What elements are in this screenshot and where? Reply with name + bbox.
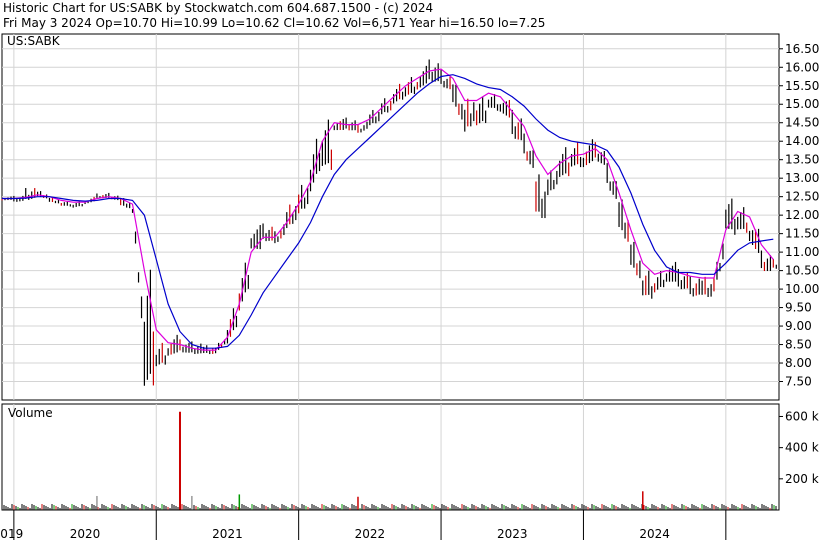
volume-panel: 600 k 400 k 200 k Volume — [1, 403, 819, 511]
volume-tick-label: 200 k — [785, 472, 819, 486]
price-tick-label: 11.00 — [785, 245, 819, 259]
price-plot-area — [1, 33, 780, 401]
volume-tick-label: 600 k — [785, 409, 819, 423]
price-tick-label: 13.00 — [785, 171, 819, 185]
price-tick-label: 10.00 — [785, 282, 819, 296]
x-tick-label: 2019 — [0, 527, 23, 541]
volume-tick-label: 400 k — [785, 441, 819, 455]
price-tick-label: 16.00 — [785, 60, 819, 74]
price-panel: 16.50 16.00 15.50 15.00 14.50 14.00 13.50 13.00… — [1, 33, 819, 401]
price-tick-label: 8.50 — [785, 338, 812, 352]
price-tick-label: 16.50 — [785, 42, 819, 56]
x-tick-label: 2023 — [497, 527, 528, 541]
price-tick-label: 12.50 — [785, 190, 819, 204]
price-tick-label: 9.00 — [785, 319, 812, 333]
x-axis: 2019 2020 2021 2022 2023 2024 — [0, 509, 779, 541]
volume-title: Volume — [8, 406, 53, 420]
x-tick-label: 2020 — [70, 527, 101, 541]
price-tick-label: 14.50 — [785, 116, 819, 130]
x-tick-label: 2022 — [355, 527, 386, 541]
price-tick-label: 10.50 — [785, 264, 819, 278]
price-tick-label: 13.50 — [785, 153, 819, 167]
price-tick-label: 15.00 — [785, 97, 819, 111]
x-tick-label: 2024 — [639, 527, 670, 541]
symbol-label: US:SABK — [7, 34, 61, 48]
price-tick-label: 7.50 — [785, 375, 812, 389]
price-tick-label: 8.00 — [785, 356, 812, 370]
price-tick-label: 11.50 — [785, 227, 819, 241]
price-tick-label: 15.50 — [785, 79, 819, 93]
stock-chart: 16.50 16.00 15.50 15.00 14.50 14.00 13.50 13.00… — [0, 33, 819, 541]
x-tick-label: 2021 — [212, 527, 243, 541]
price-tick-label: 14.00 — [785, 134, 819, 148]
price-tick-label: 9.50 — [785, 301, 812, 315]
volume-plot-area — [1, 403, 780, 511]
price-tick-label: 12.00 — [785, 208, 819, 222]
